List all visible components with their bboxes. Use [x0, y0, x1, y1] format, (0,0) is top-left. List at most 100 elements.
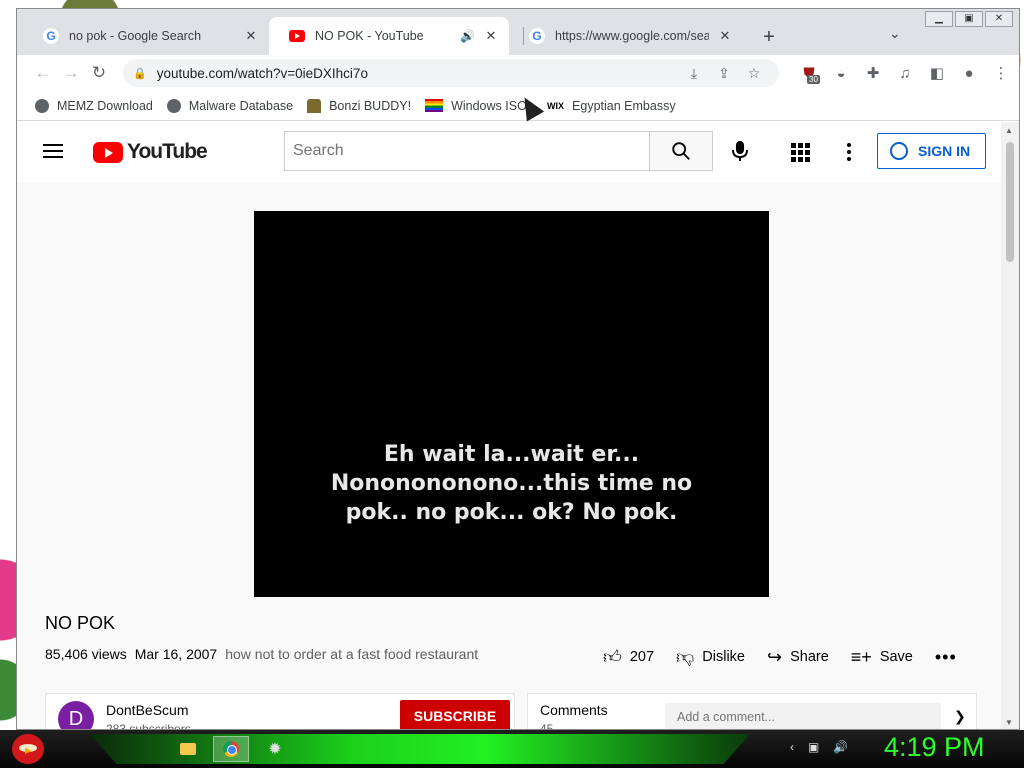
view-count: 85,406 views	[45, 646, 127, 662]
tab-google-url[interactable]: G https://www.google.com/search? ✕	[509, 17, 743, 55]
share-button[interactable]: ↪ Share	[767, 647, 829, 668]
youtube-play-icon	[93, 141, 123, 163]
bookmark-label: MEMZ Download	[57, 98, 153, 113]
thumbs-up-icon: 👍︎	[603, 647, 622, 667]
video-title: NO POK	[45, 613, 116, 633]
search-button[interactable]	[649, 131, 713, 171]
youtube-icon	[289, 30, 305, 42]
more-actions-icon[interactable]: •••	[935, 647, 957, 668]
chevron-right-icon[interactable]: ❯	[954, 708, 966, 725]
close-window-button[interactable]: ✕	[985, 11, 1013, 27]
tab-strip: G no pok - Google Search ✕ NO POK - YouT…	[17, 9, 1019, 55]
back-arrow-icon[interactable]: ←	[29, 59, 57, 87]
taskbar-chrome-button[interactable]	[213, 736, 249, 762]
page-viewport: YouTube SIGN IN Eh wait la...wait er... …	[17, 122, 1003, 730]
google-icon: G	[529, 28, 545, 44]
star-icon[interactable]: ☆	[739, 65, 769, 82]
system-tray: ‹ ▣ 🔊	[790, 740, 848, 754]
forward-arrow-icon[interactable]: →	[57, 59, 85, 87]
comments-card[interactable]: Comments 45 ❯	[527, 693, 977, 729]
hamburger-menu-icon[interactable]	[41, 140, 65, 162]
tray-chevron-icon[interactable]: ‹	[790, 740, 794, 754]
taskbar-explorer-button[interactable]	[170, 736, 206, 762]
scroll-up-icon[interactable]: ▲	[1005, 126, 1013, 135]
volume-icon[interactable]: 🔊	[833, 740, 848, 754]
video-subtitle: Eh wait la...wait er... Nononononono...t…	[330, 442, 693, 525]
network-icon[interactable]: ▣	[808, 740, 819, 754]
tab-youtube[interactable]: NO POK - YouTube 🔊 ✕	[269, 17, 509, 55]
video-actions: 👍︎ 207 👎︎ Dislike ↪ Share ≡+ Save •••	[603, 646, 957, 668]
bookmark-egyptian-embassy[interactable]: WIX Egyptian Embassy	[547, 99, 676, 113]
apps-grid-icon[interactable]	[788, 140, 812, 164]
wix-icon: WIX	[547, 100, 565, 111]
avatar[interactable]: D	[58, 701, 94, 729]
chevron-down-icon[interactable]: ⌄	[889, 25, 901, 42]
bookmark-memz[interactable]: MEMZ Download	[35, 98, 153, 113]
channel-name[interactable]: DontBeScum	[106, 702, 188, 718]
playlist-add-icon: ≡+	[850, 646, 872, 667]
search-input[interactable]	[284, 131, 650, 171]
like-count: 207	[629, 649, 655, 665]
address-bar[interactable]: 🔒 youtube.com/watch?v=0ieDXIhci7o ⤓ ⇪ ☆	[123, 59, 779, 87]
kebab-menu-icon[interactable]: ⋮	[985, 64, 1017, 82]
page-scrollbar[interactable]: ▲ ▼	[1001, 122, 1019, 729]
new-tab-button[interactable]: +	[757, 25, 781, 49]
puzzle-icon[interactable]: ✚	[857, 64, 889, 82]
scroll-thumb[interactable]	[1006, 142, 1014, 262]
scroll-down-icon[interactable]: ▼	[1005, 718, 1013, 727]
thumbs-down-icon: 👎︎	[676, 647, 695, 667]
chrome-window: G no pok - Google Search ✕ NO POK - YouT…	[16, 8, 1020, 730]
start-button[interactable]	[8, 730, 48, 768]
bookmark-malware-database[interactable]: Malware Database	[166, 98, 294, 113]
bookmark-bonzi-buddy[interactable]: Bonzi BUDDY!	[307, 98, 412, 113]
video-meta: 85,406 views Mar 16, 2007 how not to ord…	[45, 646, 478, 662]
lock-icon[interactable]: 🔒	[133, 67, 147, 80]
video-player[interactable]: Eh wait la...wait er... Nononononono...t…	[254, 211, 769, 597]
bookmark-label: Malware Database	[188, 98, 294, 113]
install-icon[interactable]: ⤓	[679, 65, 709, 82]
maximize-button[interactable]: ▣	[955, 11, 983, 27]
tab-title: NO POK - YouTube	[315, 29, 424, 43]
subscriber-count: 283 subscribers	[106, 722, 191, 730]
reload-icon[interactable]: ↻	[85, 59, 113, 87]
speaker-icon[interactable]: 🔊	[460, 29, 475, 43]
taskbar-settings-button[interactable]: ✹	[257, 736, 293, 762]
share-label: Share	[790, 649, 829, 665]
microphone-button[interactable]	[723, 134, 757, 168]
user-icon	[890, 142, 908, 160]
like-button[interactable]: 👍︎ 207	[603, 646, 654, 668]
side-panel-icon[interactable]: ◧	[921, 64, 953, 82]
url-text[interactable]: youtube.com/watch?v=0ieDXIhci7o	[157, 66, 679, 81]
youtube-header: YouTube SIGN IN	[17, 122, 1003, 182]
sign-in-button[interactable]: SIGN IN	[877, 133, 986, 169]
folder-icon	[180, 743, 196, 755]
bookmark-label: Bonzi BUDDY!	[329, 98, 412, 113]
tab-google-search[interactable]: G no pok - Google Search ✕	[23, 17, 269, 55]
comment-input[interactable]	[665, 703, 941, 729]
video-description[interactable]: how not to order at a fast food restaura…	[225, 646, 478, 662]
dislike-label: Dislike	[702, 649, 745, 665]
settings-kebab-icon[interactable]	[843, 140, 855, 164]
taskbar: ✹ ‹ ▣ 🔊 4:19 PM	[0, 730, 1024, 768]
share-icon[interactable]: ⇪	[709, 65, 739, 82]
dislike-button[interactable]: 👎︎ Dislike	[676, 646, 745, 668]
profile-icon[interactable]: ●	[953, 65, 985, 82]
extension-flag-icon[interactable]: ◒	[825, 65, 857, 82]
close-icon[interactable]: ✕	[717, 28, 733, 44]
save-button[interactable]: ≡+ Save	[851, 647, 913, 668]
window-controls: ▁ ▣ ✕	[925, 11, 1013, 27]
comments-label: Comments	[540, 702, 608, 718]
ublock-extension-icon[interactable]: ⛊ 30	[793, 65, 825, 84]
bookmark-label: Egyptian Embassy	[572, 98, 676, 113]
upload-date: Mar 16, 2007	[134, 646, 218, 662]
media-control-icon[interactable]: ♫	[889, 65, 921, 82]
close-icon[interactable]: ✕	[483, 28, 499, 44]
minimize-button[interactable]: ▁	[925, 11, 953, 27]
taskbar-clock[interactable]: 4:19 PM	[884, 732, 985, 763]
subscribe-button[interactable]: SUBSCRIBE	[400, 700, 510, 729]
rainbow-flag-icon	[425, 99, 444, 112]
gear-icon: ✹	[268, 741, 282, 758]
tab-title: https://www.google.com/search?	[555, 29, 709, 43]
youtube-logo[interactable]: YouTube	[93, 140, 208, 164]
close-icon[interactable]: ✕	[243, 28, 259, 44]
